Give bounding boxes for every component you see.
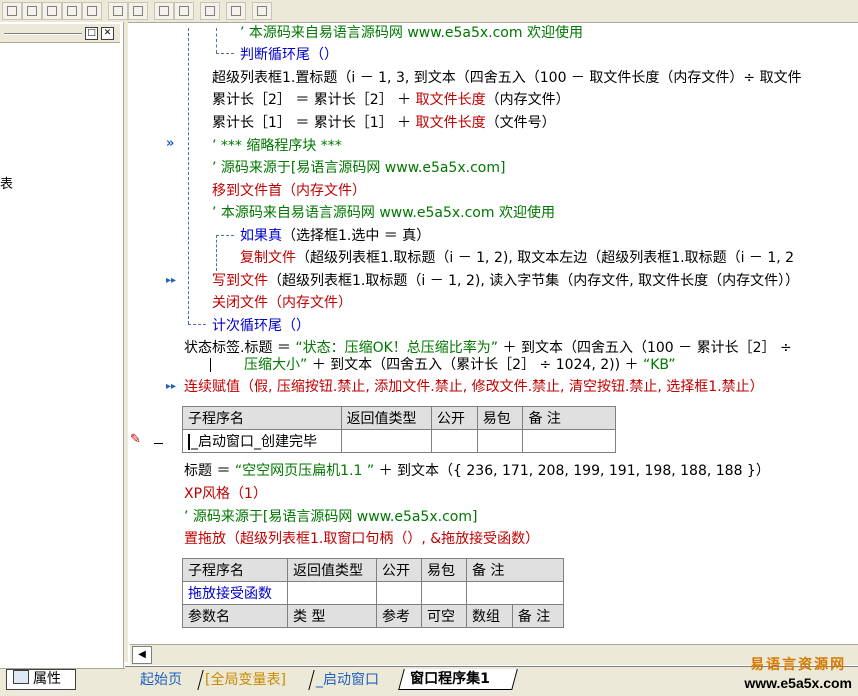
comment-line: ’ 本源码来自易语言源码网 www.e5a5x.com 欢迎使用 — [240, 25, 583, 41]
param-header: 类 型 — [287, 604, 377, 628]
equal-width-icon[interactable] — [108, 2, 128, 20]
vertical-space-icon[interactable] — [174, 2, 194, 20]
col-header: 子程序名 — [182, 558, 288, 582]
center-horizontal-icon[interactable] — [200, 2, 220, 20]
maximize-icon[interactable]: □ — [85, 27, 98, 40]
flow-line — [216, 235, 217, 271]
code-line: 写到文件（超级列表框1.取标题（i － 1, 2), 读入字节集（内存文件, 取… — [212, 273, 800, 289]
subroutine-name-cell[interactable]: 拖放接受函数 — [182, 581, 288, 605]
edit-pencil-icon: ✎ — [130, 432, 141, 447]
code-line: 置拖放（超级列表框1.取窗口句柄（）, &拖放接受函数） — [184, 531, 540, 547]
expand-block-icon[interactable]: » — [166, 136, 174, 151]
loop-line — [188, 28, 189, 324]
step-marker-icon: ▸▸ — [166, 275, 177, 286]
align-middle-icon[interactable] — [62, 2, 82, 20]
code-line: 移到文件首（内存文件） — [212, 183, 366, 199]
align-bottom-icon[interactable] — [82, 2, 102, 20]
col-header: 公开 — [376, 558, 422, 582]
properties-label: 属性 — [33, 671, 61, 687]
col-header: 易包 — [421, 558, 467, 582]
center-vertical-icon[interactable] — [226, 2, 246, 20]
horizontal-space-icon[interactable] — [154, 2, 174, 20]
properties-tab[interactable]: 属性 — [6, 669, 76, 690]
param-header: 参考 — [376, 604, 422, 628]
table-cell[interactable] — [287, 581, 377, 605]
watermark: 易语言资源网 www.e5a5x.com — [744, 656, 852, 692]
tab-start-window[interactable]: _启动窗口 — [305, 670, 408, 690]
code-line: 标题 ＝ “空空网页压扁机1.1 ” ＋ 到文本（{ 236, 171, 208… — [184, 463, 770, 479]
scroll-left-icon[interactable]: ◀ — [132, 646, 152, 664]
code-line: 连续赋值（假, 压缩按钮.禁止, 添加文件.禁止, 修改文件.禁止, 清空按钮.… — [184, 379, 764, 395]
close-icon[interactable]: ✕ — [101, 27, 114, 40]
loop-line — [188, 324, 206, 325]
tab-start-page[interactable]: 起始页 — [129, 670, 204, 690]
param-header: 可空 — [421, 604, 467, 628]
table-cell[interactable] — [376, 581, 422, 605]
left-panel — [0, 22, 124, 695]
step-marker-icon: ▸▸ — [166, 381, 177, 392]
toolbar — [0, 0, 858, 23]
align-center-icon[interactable] — [22, 2, 42, 20]
left-panel-fragment: 表 — [0, 177, 14, 192]
watermark-title: 易语言资源网 — [750, 657, 847, 673]
tab-global-vars[interactable]: [全局变量表] — [194, 670, 315, 690]
code-line: 关闭文件（内存文件） — [212, 295, 352, 311]
table-row[interactable]: 拖放接受函数 — [182, 581, 564, 605]
comment-line: ’ 源码来源于[易语言源码网 www.e5a5x.com] — [212, 160, 506, 176]
align-top-icon[interactable] — [42, 2, 62, 20]
left-panel-header: □ ✕ — [0, 24, 120, 43]
code-line: 超级列表框1.置标题（i － 1, 3, 到文本（四舍五入（100 － 取文件长… — [212, 70, 802, 86]
align-left-icon[interactable] — [2, 2, 22, 20]
code-line: 如果真（选择框1.选中 ＝ 真） — [240, 228, 431, 244]
code-line: XP风格（1） — [184, 486, 267, 502]
tab-window-assembly[interactable]: 窗口程序集1 — [398, 669, 518, 690]
table-cell[interactable] — [466, 581, 564, 605]
table-row[interactable]: _启动窗口_创建完毕 — [182, 429, 616, 453]
callback-table: 子程序名 返回值类型 公开 易包 备 注 拖放接受函数 参数名 类 型 参考 可… — [182, 558, 565, 628]
properties-icon — [13, 670, 29, 684]
watermark-url: www.e5a5x.com — [744, 675, 852, 691]
col-header: 返回值类型 — [287, 558, 377, 582]
comment-line: ’ 本源码来自易语言源码网 www.e5a5x.com 欢迎使用 — [212, 205, 555, 221]
comment-line: ’ 源码来源于[易语言源码网 www.e5a5x.com] — [184, 509, 478, 525]
col-header: 备 注 — [522, 406, 616, 430]
code-line: 计次循环尾（） — [212, 318, 310, 334]
center-both-icon[interactable] — [252, 2, 272, 20]
flow-line — [216, 53, 234, 54]
param-header: 数组 — [466, 604, 513, 628]
col-header: 公开 — [431, 406, 478, 430]
table-cell[interactable] — [431, 429, 478, 453]
comment-line: ’ *** 缩略程序块 *** — [212, 138, 342, 154]
subroutine-name-cell[interactable]: _启动窗口_创建完毕 — [182, 429, 342, 453]
editor-gutter — [124, 22, 128, 662]
table-cell[interactable] — [340, 429, 433, 453]
col-header: 易包 — [476, 406, 524, 430]
param-header: 备 注 — [511, 604, 565, 628]
param-header: 参数名 — [182, 604, 288, 628]
table-cell[interactable] — [421, 581, 467, 605]
continuation-bar — [210, 358, 211, 372]
code-line: 压缩大小” ＋ 到文本（四舍五入（累计长［2］ ÷ 1024, 2)) ＋ “K… — [244, 357, 676, 373]
flow-line — [216, 28, 217, 53]
code-line: 累计长［2］ ＝ 累计长［2］ ＋ 取文件长度（内存文件） — [212, 92, 570, 108]
table-cell[interactable] — [476, 429, 524, 453]
code-line: 累计长［1］ ＝ 累计长［1］ ＋ 取文件长度（文件号） — [212, 115, 556, 131]
flow-line — [216, 235, 234, 236]
col-header: 子程序名 — [182, 406, 342, 430]
equal-height-icon[interactable] — [128, 2, 148, 20]
collapse-icon[interactable] — [154, 443, 163, 444]
code-line: 复制文件（超级列表框1.取标题（i － 1, 2), 取文本左边（超级列表框1.… — [240, 250, 795, 266]
table-cell[interactable] — [522, 429, 616, 453]
col-header: 返回值类型 — [340, 406, 433, 430]
col-header: 备 注 — [466, 558, 564, 582]
code-line: 判断循环尾（） — [240, 47, 338, 63]
subroutine-table: 子程序名 返回值类型 公开 易包 备 注 _启动窗口_创建完毕 — [182, 406, 616, 453]
